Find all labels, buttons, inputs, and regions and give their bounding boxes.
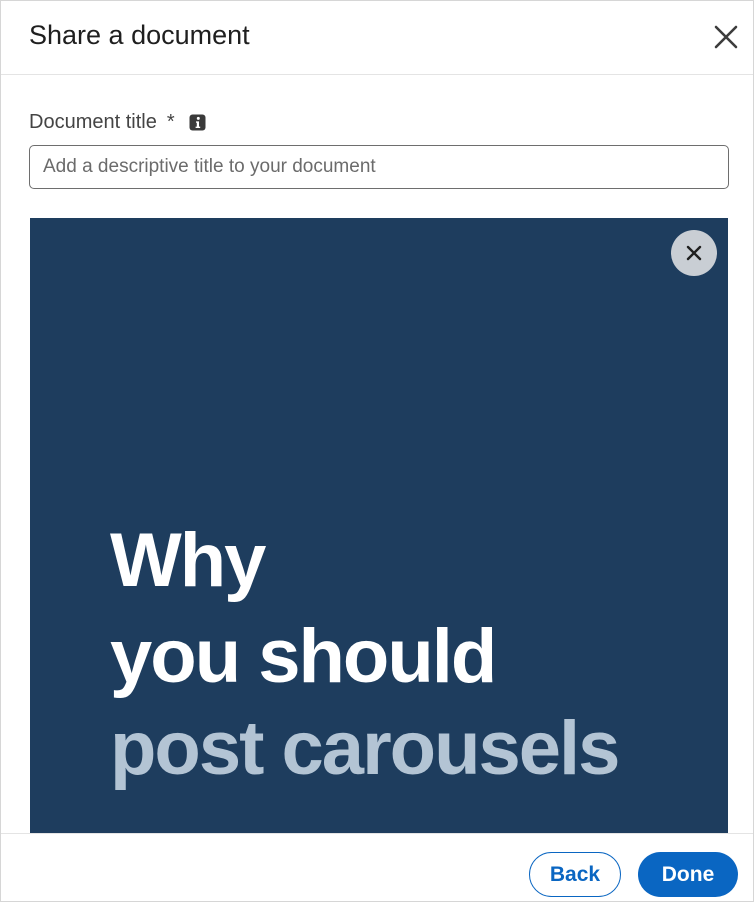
- info-icon[interactable]: [189, 114, 206, 131]
- close-button[interactable]: [708, 19, 744, 55]
- close-icon: [714, 25, 738, 49]
- document-title-label: Document title: [29, 111, 157, 133]
- remove-document-button[interactable]: [671, 230, 717, 276]
- document-preview: Why you should post carousels: [30, 218, 728, 838]
- dialog-footer: Back Done: [1, 833, 753, 901]
- document-title-label-row: Document title *: [29, 109, 206, 135]
- document-title-input[interactable]: [29, 145, 729, 189]
- close-icon: [686, 245, 702, 261]
- slide-heading-line-1: Why: [110, 518, 266, 603]
- dialog-header: Share a document: [1, 1, 753, 75]
- slide-heading-line-2: you should: [110, 614, 497, 699]
- back-button[interactable]: Back: [529, 852, 621, 897]
- slide-heading-line-3: post carousels: [110, 706, 620, 791]
- required-marker: *: [166, 111, 175, 133]
- dialog-title: Share a document: [29, 20, 250, 50]
- share-document-dialog: Share a document Document title * Why yo…: [0, 0, 754, 902]
- done-button[interactable]: Done: [638, 852, 738, 897]
